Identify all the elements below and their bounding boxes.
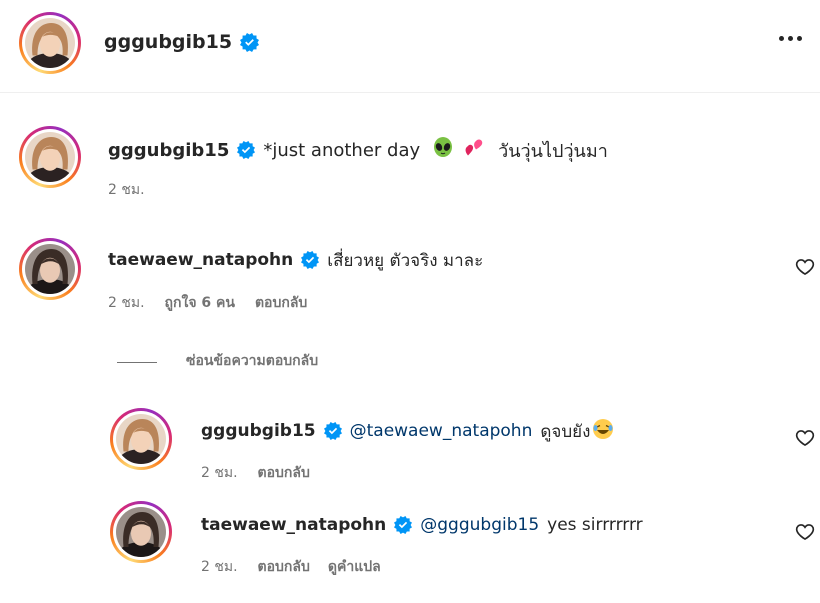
verified-badge-icon <box>240 33 259 52</box>
reply-time: 2 ชม. <box>201 465 238 481</box>
reply-username[interactable]: taewaew_natapohn <box>201 515 386 535</box>
caption-text: *just another day <box>263 139 421 161</box>
see-translation-button[interactable]: ดูคำแปล <box>328 556 381 578</box>
comment-text: เสี่ยวหยู ตัวจริง มาละ <box>327 250 484 271</box>
comment-time: 2 ชม. <box>108 295 145 311</box>
two-hearts-emoji <box>462 137 486 164</box>
verified-badge-icon <box>301 251 319 269</box>
caption-time: 2 ชม. <box>108 182 145 198</box>
verified-badge-icon <box>394 516 412 534</box>
reply-avatar[interactable] <box>110 501 172 563</box>
comment-username[interactable]: taewaew_natapohn <box>108 250 293 270</box>
reply: taewaew_natapohn @gggubgib15 yes sirrrrr… <box>201 511 643 539</box>
caption-avatar[interactable] <box>19 126 81 188</box>
comment: taewaew_natapohn เสี่ยวหยู ตัวจริง มาละ <box>108 246 483 274</box>
post-header: gggubgib15 <box>0 0 820 93</box>
reply-mention-link[interactable]: @gggubgib15 <box>420 515 539 535</box>
heart-outline-icon[interactable] <box>795 428 815 448</box>
verified-badge-icon <box>237 141 255 159</box>
reply-reply-button[interactable]: ตอบกลับ <box>258 556 310 578</box>
reply-avatar[interactable] <box>110 408 172 470</box>
caption: gggubgib15 *just another day วันวุ่นไปวุ… <box>108 136 608 164</box>
comment-reply-button[interactable]: ตอบกลับ <box>255 292 307 314</box>
reply-text: ดูจบยัง <box>540 421 591 442</box>
reply-mention-link[interactable]: @taewaew_natapohn <box>350 421 533 441</box>
hide-replies-line <box>117 362 157 363</box>
reply: gggubgib15 @taewaew_natapohn ดูจบยัง <box>201 417 614 445</box>
reply-time: 2 ชม. <box>201 559 238 575</box>
comment-avatar[interactable] <box>19 238 81 300</box>
hide-replies-button[interactable]: ซ่อนข้อความตอบกลับ <box>186 350 318 372</box>
reply-reply-button[interactable]: ตอบกลับ <box>258 462 310 484</box>
comment-likes[interactable]: ถูกใจ 6 คน <box>165 292 235 314</box>
more-options-icon[interactable] <box>777 30 804 47</box>
header-username[interactable]: gggubgib15 <box>104 31 232 53</box>
reply-text: yes sirrrrrrr <box>547 515 643 535</box>
laughing-emoji <box>592 418 614 445</box>
heart-outline-icon[interactable] <box>795 257 815 277</box>
reply-username[interactable]: gggubgib15 <box>201 421 316 441</box>
heart-outline-icon[interactable] <box>795 522 815 542</box>
header-avatar[interactable] <box>19 12 81 74</box>
caption-username[interactable]: gggubgib15 <box>108 140 229 161</box>
verified-badge-icon <box>324 422 342 440</box>
alien-emoji <box>432 136 454 164</box>
caption-thai-text: วันวุ่นไปวุ่นมา <box>498 140 608 162</box>
